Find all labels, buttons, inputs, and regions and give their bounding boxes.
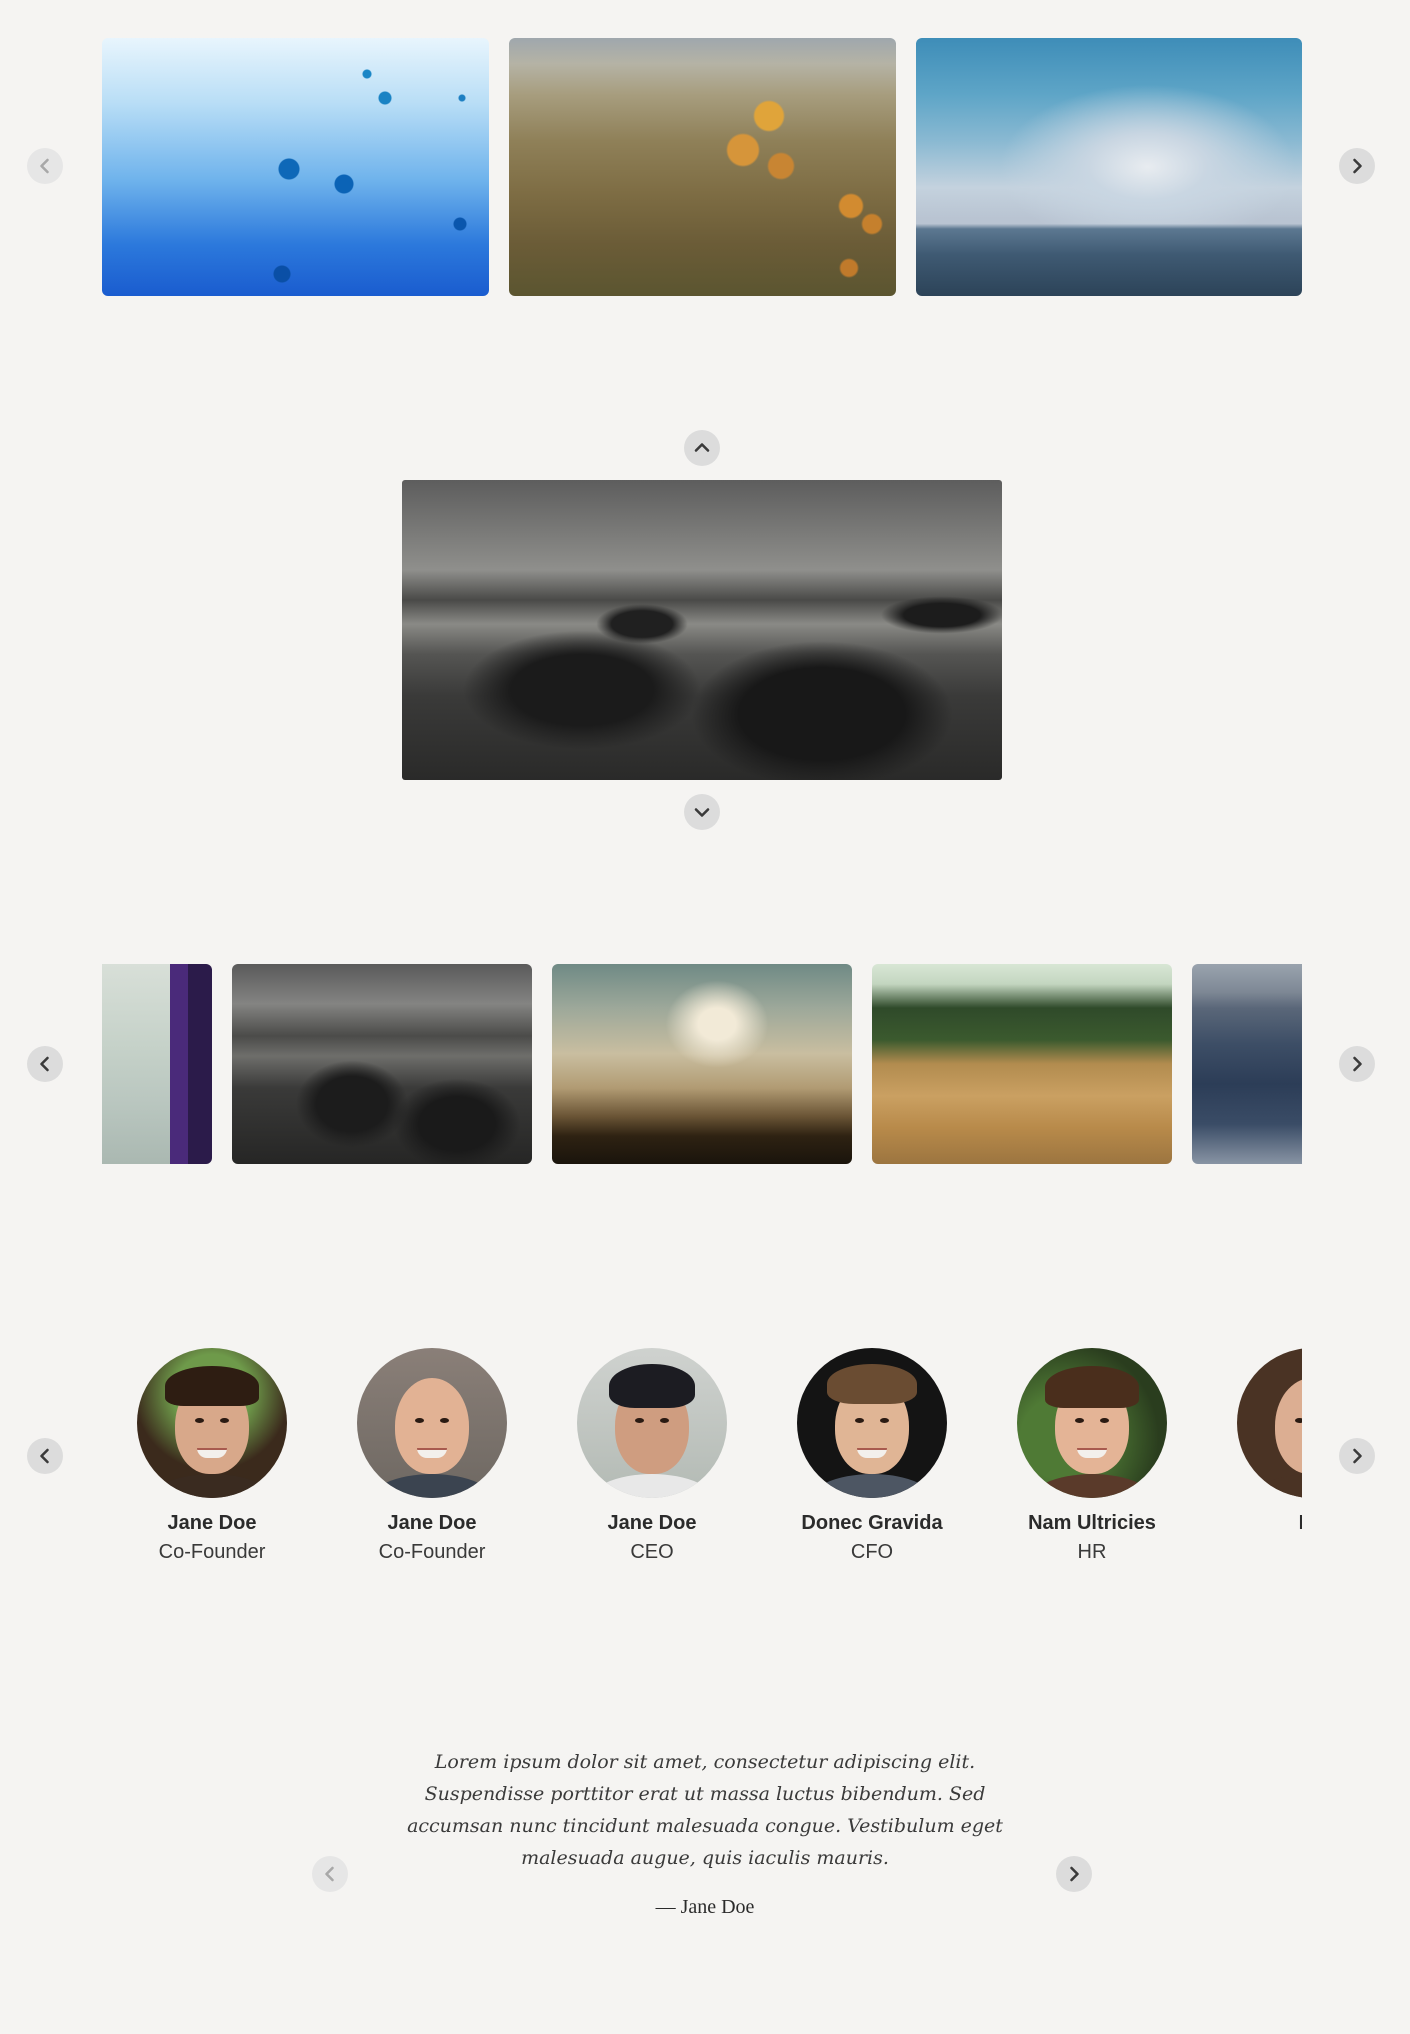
member-role: Co-Founder <box>158 1541 266 1563</box>
member-name: Jane Doe <box>167 1512 257 1534</box>
avatar <box>797 1348 947 1498</box>
avatar <box>137 1348 287 1498</box>
member-name: Jane Doe <box>387 1512 477 1534</box>
chevron-right-icon <box>1353 1448 1362 1464</box>
chevron-left-icon <box>40 1056 49 1072</box>
team-member-card: Nam Ultricies HR <box>982 1348 1202 1564</box>
chevron-right-icon <box>1353 1056 1362 1072</box>
vertical-carousel-image <box>402 480 1002 780</box>
testimonial-quote: Lorem ipsum dolor sit amet, consectetur … <box>407 1751 1003 1869</box>
team-carousel-next-button[interactable] <box>1339 1438 1375 1474</box>
multi-carousel-track <box>102 964 1302 1164</box>
chevron-right-icon <box>1353 158 1362 174</box>
member-name: Jane Doe <box>607 1512 697 1534</box>
team-member-card: Jane Doe Co-Founder <box>102 1348 322 1564</box>
team-track: Jane Doe Co-Founder Jane Doe Co-Founder … <box>102 1348 1302 1568</box>
avatar <box>1017 1348 1167 1498</box>
testimonial-author: — Jane Doe <box>655 1896 755 1918</box>
member-name: Donec Gravida <box>801 1512 943 1534</box>
team-member-card: Jane Doe Co-Founder <box>322 1348 542 1564</box>
carousel-image-sea-sky <box>916 38 1302 296</box>
testimonial-prev-button[interactable] <box>312 1856 348 1892</box>
team-carousel-prev-button[interactable] <box>27 1438 63 1474</box>
member-role: CEO <box>630 1541 674 1563</box>
chevron-left-icon <box>40 158 49 174</box>
testimonial-next-button[interactable] <box>1056 1856 1092 1892</box>
vertical-carousel-down-button[interactable] <box>684 794 720 830</box>
carousel-image-thistle-valley <box>509 38 896 296</box>
carousel-image-dark-sea <box>1192 964 1302 1164</box>
team-member-card: Donec Gravida CFO <box>762 1348 982 1564</box>
chevron-right-icon <box>1070 1866 1079 1882</box>
member-name: Nam Ultricies <box>1028 1512 1156 1534</box>
chevron-down-icon <box>694 808 710 817</box>
image-carousel-next-button[interactable] <box>1339 148 1375 184</box>
multi-carousel-prev-button[interactable] <box>27 1046 63 1082</box>
carousel-image-jellyfish <box>102 38 489 296</box>
member-role: I <box>1202 1541 1302 1564</box>
chevron-left-icon <box>325 1866 334 1882</box>
chevron-left-icon <box>40 1448 49 1464</box>
vertical-carousel-up-button[interactable] <box>684 430 720 466</box>
carousel-image-sun-clouds <box>552 964 852 1164</box>
carousel-image-wheat-field <box>872 964 1172 1164</box>
avatar <box>1237 1348 1302 1498</box>
team-member-card: Nu I <box>1202 1348 1302 1564</box>
team-member-card: Jane Doe CEO <box>542 1348 762 1564</box>
member-role: HR <box>1077 1541 1107 1563</box>
chevron-up-icon <box>694 443 710 452</box>
carousel-image-rocky-coast <box>232 964 532 1164</box>
member-role: CFO <box>850 1541 894 1563</box>
carousel-image-lake-pier <box>102 964 212 1164</box>
avatar <box>577 1348 727 1498</box>
member-name: Nu <box>1202 1512 1302 1535</box>
avatar <box>357 1348 507 1498</box>
multi-carousel-next-button[interactable] <box>1339 1046 1375 1082</box>
image-carousel-prev-button[interactable] <box>27 148 63 184</box>
page: Jane Doe Co-Founder Jane Doe Co-Founder … <box>0 0 1410 2034</box>
member-role: Co-Founder <box>378 1541 486 1563</box>
